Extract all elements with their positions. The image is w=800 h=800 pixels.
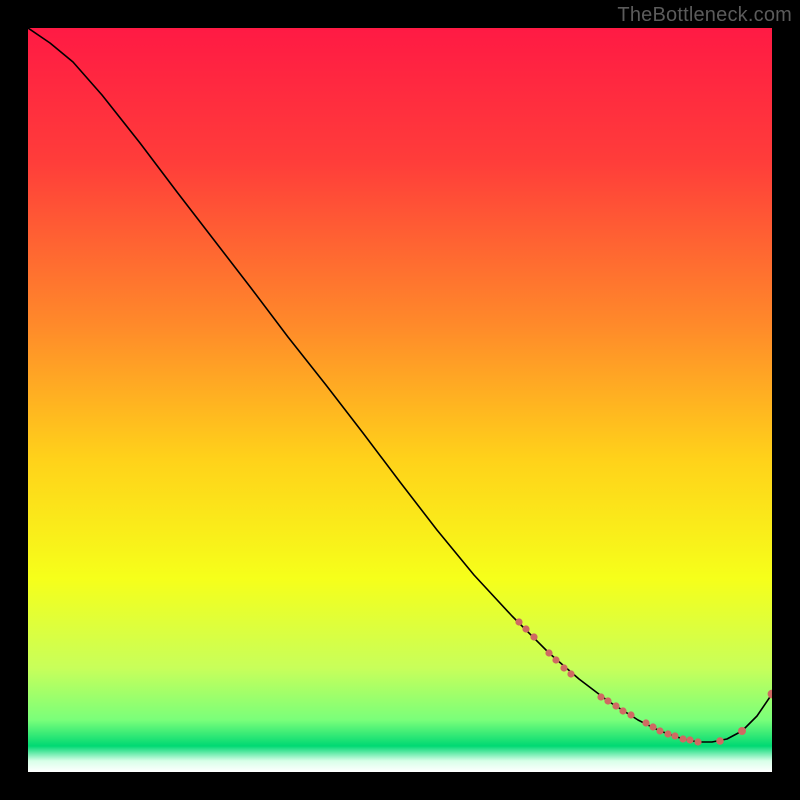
highlight-dot	[716, 737, 724, 745]
watermark-text: TheBottleneck.com	[617, 4, 792, 27]
chart-svg	[28, 28, 772, 772]
highlight-dot	[656, 727, 663, 734]
highlight-dot	[642, 719, 649, 726]
highlight-dot	[664, 730, 671, 737]
highlight-dot	[515, 618, 522, 625]
plot-area	[28, 28, 772, 772]
highlight-dot	[597, 693, 604, 700]
highlight-dot	[627, 711, 634, 718]
highlight-dot	[612, 702, 619, 709]
highlight-dot	[522, 625, 529, 632]
highlight-dot	[530, 633, 537, 640]
gradient-background	[28, 28, 772, 772]
highlight-dot	[686, 736, 693, 743]
highlight-dot	[679, 735, 686, 742]
highlight-dot	[649, 723, 656, 730]
highlight-dot	[619, 707, 626, 714]
highlight-dot	[567, 670, 574, 677]
highlight-dot	[738, 727, 746, 735]
highlight-dot	[560, 664, 567, 671]
highlight-dot	[671, 732, 678, 739]
highlight-dot	[694, 738, 701, 745]
highlight-dot	[545, 649, 552, 656]
highlight-dot	[604, 697, 611, 704]
highlight-dot	[552, 656, 559, 663]
